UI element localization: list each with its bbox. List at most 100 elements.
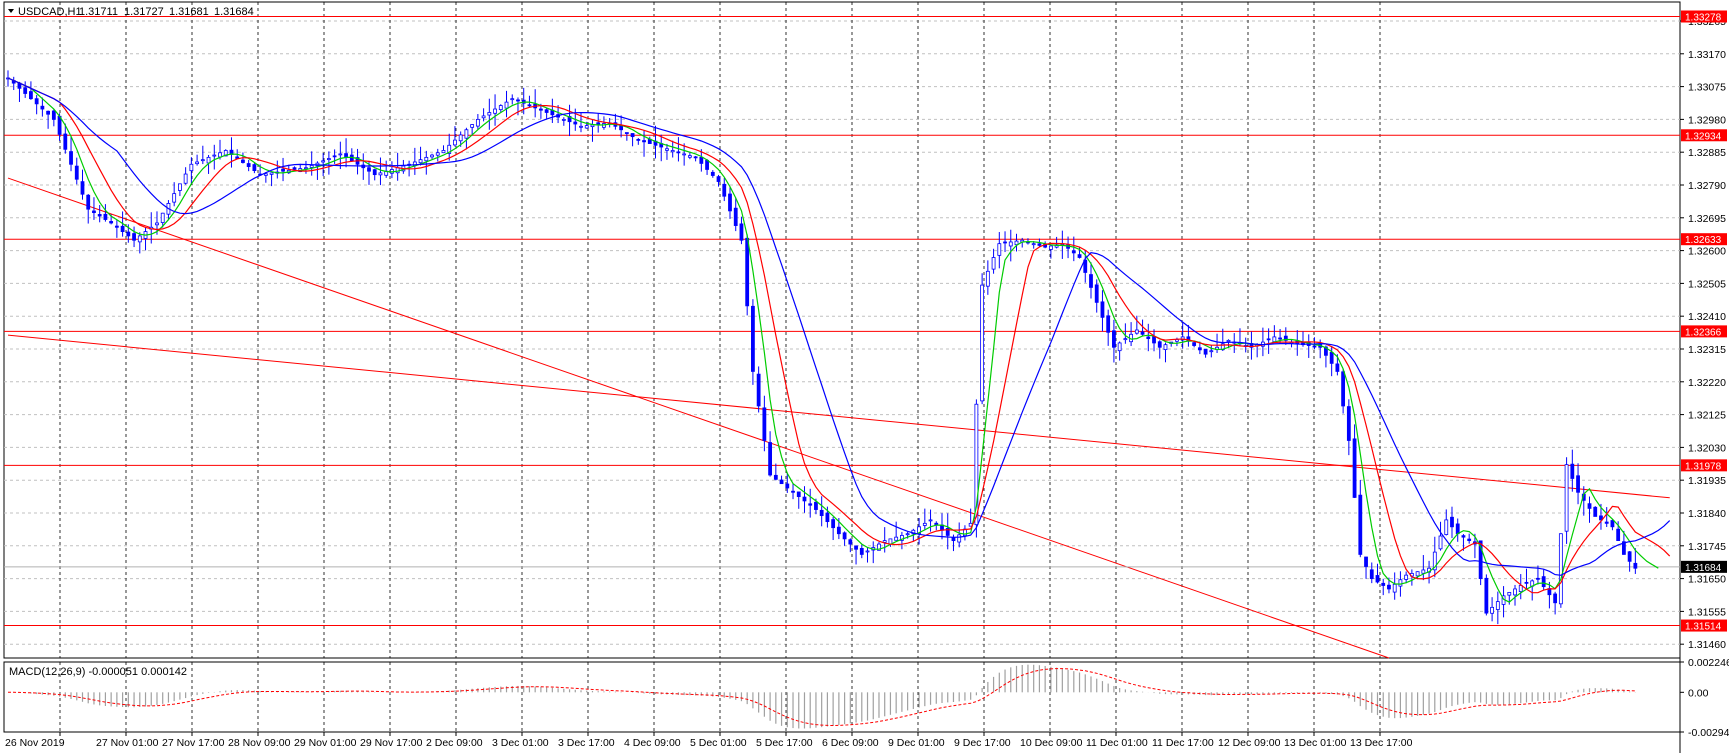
candle-body: [178, 183, 182, 191]
x-tick-label: 29 Nov 17:00: [360, 737, 423, 749]
x-tick-label: 11 Dec 17:00: [1152, 737, 1214, 749]
candle-body: [768, 442, 773, 476]
ohlc-open: 1.31711: [79, 6, 118, 18]
candle-body: [114, 225, 119, 228]
candle-body: [464, 129, 469, 139]
candle-body: [842, 532, 847, 540]
x-tick-label: 12 Dec 09:00: [1218, 737, 1281, 749]
candle-body: [1495, 601, 1500, 610]
candle-body: [80, 181, 85, 195]
candle-body: [241, 159, 245, 163]
candle-body: [670, 150, 675, 153]
candle-body: [1490, 606, 1494, 614]
candle-body: [1312, 345, 1317, 348]
candle-body: [1352, 438, 1357, 498]
candle-body: [814, 501, 818, 510]
x-tick-label: 29 Nov 01:00: [294, 737, 357, 749]
price-axis: 1.332651.331701.330751.329801.328851.327…: [1680, 10, 1729, 739]
candle-body: [739, 223, 744, 241]
candle-body: [470, 124, 475, 128]
candle-body: [97, 214, 102, 217]
candle-body: [1157, 341, 1162, 348]
candle-body: [86, 194, 91, 210]
candle-body: [527, 104, 532, 107]
candle-body: [1536, 577, 1540, 580]
candle-body: [796, 491, 801, 497]
candle-body: [1616, 528, 1621, 542]
candle-body: [985, 270, 990, 287]
y-tick-label: 1.31460: [1688, 639, 1726, 651]
y-tick-label: 1.31935: [1688, 475, 1726, 487]
ohlc-high: 1.31727: [124, 6, 164, 18]
candle-body: [676, 151, 681, 154]
candle-body: [882, 540, 887, 543]
candle-body: [160, 212, 165, 223]
candle-body: [1484, 577, 1489, 614]
candle-body: [722, 183, 727, 197]
candle-body: [516, 99, 520, 102]
candle-body: [1627, 551, 1632, 562]
candle-body: [1089, 274, 1093, 288]
candle-body: [1444, 519, 1449, 535]
candle-body: [1576, 475, 1580, 493]
candle-body: [894, 536, 899, 541]
candle-body: [40, 105, 45, 110]
candle-body: [745, 237, 750, 307]
candle-body: [183, 173, 188, 184]
candle-body: [475, 118, 480, 127]
x-tick-label: 27 Nov 01:00: [96, 737, 159, 749]
y-tick-label: 1.31650: [1688, 574, 1726, 586]
candle-body: [865, 550, 870, 553]
candle-body: [430, 154, 434, 158]
candle-body: [687, 155, 692, 158]
candle-body: [922, 522, 927, 526]
candle-body: [1341, 371, 1346, 407]
candle-body: [1358, 494, 1363, 555]
candle-body: [1037, 243, 1042, 246]
candle: [745, 234, 750, 316]
candle-body: [1369, 569, 1374, 579]
candle-body: [1398, 579, 1403, 587]
candle-body: [1421, 569, 1426, 574]
y-tick-label: 1.32315: [1688, 344, 1726, 356]
candle-body: [596, 122, 601, 125]
x-tick-label: 5 Dec 01:00: [690, 737, 747, 749]
candle-body: [579, 125, 583, 128]
candle-body: [487, 112, 492, 116]
candle-body: [189, 163, 194, 172]
price-pane[interactable]: [3, 1, 1681, 659]
candle-body: [699, 156, 704, 164]
candle-body: [458, 134, 463, 142]
candle-body: [1450, 516, 1454, 528]
candle-body: [1415, 571, 1420, 577]
candle-body: [1329, 351, 1334, 364]
candle-body: [561, 118, 566, 121]
candle-body: [836, 526, 841, 535]
candle-body: [1553, 593, 1558, 604]
candle-body: [246, 163, 251, 167]
candle-body: [1048, 245, 1053, 250]
x-tick-label: 26 Nov 2019: [5, 737, 65, 749]
y-tick-label: 1.32600: [1688, 246, 1726, 258]
x-tick-label: 9 Dec 17:00: [954, 737, 1011, 749]
x-tick-label: 10 Dec 09:00: [1020, 737, 1083, 749]
candle-body: [619, 125, 624, 131]
candle-body: [46, 110, 51, 115]
candle-body: [733, 207, 738, 226]
x-tick-label: 6 Dec 09:00: [822, 737, 879, 749]
candle-body: [1610, 520, 1615, 528]
candle-body: [510, 98, 515, 101]
macd-tick-label: 0.002246: [1688, 657, 1729, 669]
candle-body: [1094, 284, 1099, 303]
current-price-label: 1.31684: [1685, 563, 1722, 574]
candle-body: [859, 547, 864, 555]
candle-body: [103, 213, 108, 220]
macd-tick-label: -0.00294: [1688, 727, 1729, 739]
x-tick-label: 9 Dec 01:00: [888, 737, 945, 749]
candle-body: [1071, 250, 1076, 254]
candle-body: [200, 159, 205, 162]
candle-body: [1140, 331, 1145, 335]
candle-body: [1278, 337, 1282, 340]
candle-body: [435, 152, 440, 156]
candle-body: [120, 225, 125, 233]
